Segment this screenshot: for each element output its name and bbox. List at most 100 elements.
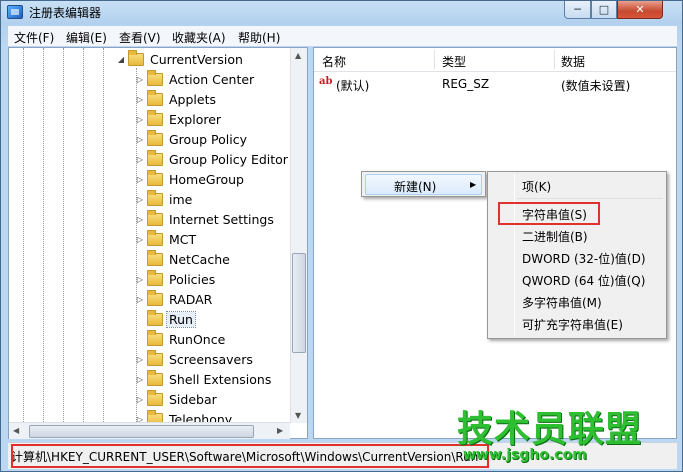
tree-item[interactable]: ▷ MCT: [135, 229, 198, 249]
tree-item-currentversion[interactable]: ◢ CurrentVersion: [116, 49, 245, 69]
value-name: (默认): [336, 79, 370, 93]
tree-horizontal-scroll-thumb[interactable]: [29, 425, 254, 438]
tree-item[interactable]: ▷ Action Center: [135, 69, 256, 89]
scroll-right-arrow-icon[interactable]: ▶: [277, 426, 283, 435]
expand-arrow-icon[interactable]: ▷: [135, 395, 145, 404]
tree-horizontal-scrollbar[interactable]: ◀ ▶: [9, 422, 290, 439]
tree-item-label: Applets: [169, 91, 216, 107]
value-type: REG_SZ: [442, 77, 490, 91]
expand-arrow-icon[interactable]: ▷: [135, 135, 145, 144]
submenu-item[interactable]: 多字符串值(M): [522, 294, 602, 311]
window-title: 注册表编辑器: [29, 6, 102, 20]
tree-vertical-scrollbar[interactable]: ▲ ▼: [290, 48, 307, 423]
title-bar[interactable]: 注册表编辑器 ─ □ ✕: [1, 1, 682, 23]
tree-vertical-scroll-thumb[interactable]: [292, 253, 306, 353]
tree-item[interactable]: Run: [135, 309, 196, 329]
folder-icon: [147, 269, 163, 286]
column-divider[interactable]: [554, 50, 555, 69]
tree-item[interactable]: ▷ Group Policy: [135, 129, 249, 149]
column-divider[interactable]: [434, 50, 435, 69]
folder-icon: [147, 229, 163, 246]
folder-icon: [147, 209, 163, 226]
expand-arrow-icon[interactable]: ▷: [135, 355, 145, 364]
tree-item[interactable]: ▷ Sidebar: [135, 389, 219, 409]
tree-item[interactable]: NetCache: [135, 249, 232, 269]
highlight-box-status-path: [11, 444, 489, 468]
folder-icon: [147, 129, 163, 146]
expand-arrow-icon[interactable]: ▷: [135, 275, 145, 284]
scroll-up-arrow-icon[interactable]: ▲: [295, 51, 301, 60]
folder-icon: [147, 109, 163, 126]
submenu-arrow-icon: ▶: [470, 180, 477, 189]
highlight-box-string-value: [498, 202, 600, 225]
folder-icon: [147, 189, 163, 206]
folder-icon: [147, 89, 163, 106]
column-header-name[interactable]: 名称: [322, 53, 346, 70]
watermark-logo-text: 技术员联盟: [457, 409, 643, 450]
expand-arrow-icon[interactable]: ▷: [135, 215, 145, 224]
tree-item[interactable]: ▷ ime: [135, 189, 194, 209]
tree-item[interactable]: ▷ HomeGroup: [135, 169, 246, 189]
tree-item-label: RunOnce: [169, 331, 226, 347]
expand-arrow-icon[interactable]: ▷: [135, 235, 145, 244]
menu-help[interactable]: 帮助(H): [238, 29, 280, 46]
tree-item-label: Explorer: [169, 111, 222, 127]
tree-item-label: NetCache: [169, 251, 230, 267]
menu-favorites[interactable]: 收藏夹(A): [172, 29, 226, 46]
tree-item[interactable]: RunOnce: [135, 329, 227, 349]
expand-arrow-icon[interactable]: ▷: [135, 195, 145, 204]
new-submenu: 项(K) 字符串值(S) 二进制值(B) DWORD (32-位)值(D) QWORD …: [487, 171, 667, 339]
expand-arrow-icon[interactable]: ▷: [135, 295, 145, 304]
submenu-item[interactable]: 可扩充字符串值(E): [522, 316, 623, 333]
watermark-url: www.jsgho.com: [463, 447, 587, 463]
tree-item[interactable]: ▷ Screensavers: [135, 349, 255, 369]
tree-item-label: Policies: [169, 271, 216, 287]
minimize-button[interactable]: ─: [564, 1, 591, 19]
list-header: 名称 类型 数据: [314, 48, 676, 72]
folder-icon: [147, 329, 163, 346]
expand-arrow-icon[interactable]: ▷: [135, 115, 145, 124]
tree-guide-line: [23, 48, 24, 438]
column-header-data[interactable]: 数据: [561, 53, 585, 70]
tree-item[interactable]: ▷ Group Policy Editor: [135, 149, 290, 169]
tree-item-label: RADAR: [169, 291, 213, 307]
submenu-item[interactable]: DWORD (32-位)值(D): [522, 250, 646, 267]
folder-icon: [147, 149, 163, 166]
scroll-down-arrow-icon[interactable]: ▼: [295, 411, 301, 420]
tree-item-label: Action Center: [169, 71, 255, 87]
folder-icon: [147, 309, 163, 326]
menu-view[interactable]: 查看(V): [119, 29, 161, 46]
tree-item[interactable]: ▷ Shell Extensions: [135, 369, 273, 389]
close-button[interactable]: ✕: [617, 1, 663, 19]
tree-item[interactable]: ▷ Policies: [135, 269, 217, 289]
tree-guide-line: [43, 48, 44, 438]
folder-icon: [147, 169, 163, 186]
submenu-item[interactable]: QWORD (64 位)值(Q): [522, 272, 645, 289]
tree-item-label: MCT: [169, 231, 197, 247]
key-tree-pane[interactable]: ◢ CurrentVersion ▷ Action Center ▷ Applets ▷…: [8, 47, 308, 439]
tree-item[interactable]: ▷ RADAR: [135, 289, 214, 309]
folder-icon: [147, 289, 163, 306]
column-header-type[interactable]: 类型: [442, 53, 466, 70]
expand-arrow-icon[interactable]: ▷: [135, 175, 145, 184]
expand-arrow-icon[interactable]: ▷: [135, 375, 145, 384]
submenu-item[interactable]: 项(K): [522, 178, 551, 195]
menu-edit[interactable]: 编辑(E): [66, 29, 107, 46]
tree-item[interactable]: ▷ Explorer: [135, 109, 223, 129]
expand-arrow-icon[interactable]: ▷: [135, 75, 145, 84]
tree-guide-line: [63, 48, 64, 438]
tree-item-label: Sidebar: [169, 391, 217, 407]
tree-item[interactable]: ▷ Internet Settings: [135, 209, 276, 229]
expand-arrow-icon[interactable]: ▷: [135, 155, 145, 164]
menu-bar: 文件(F) 编辑(E) 查看(V) 收藏夹(A) 帮助(H): [8, 26, 677, 46]
list-item[interactable]: ab (默认) REG_SZ (数值未设置): [314, 74, 676, 94]
scroll-left-arrow-icon[interactable]: ◀: [13, 426, 19, 435]
menu-file[interactable]: 文件(F): [14, 29, 54, 46]
folder-icon: [147, 249, 163, 266]
submenu-item[interactable]: 二进制值(B): [522, 228, 588, 245]
maximize-button[interactable]: □: [591, 1, 617, 19]
collapse-arrow-icon[interactable]: ◢: [116, 55, 126, 64]
tree-guide-line: [83, 48, 84, 438]
tree-item[interactable]: ▷ Applets: [135, 89, 218, 109]
expand-arrow-icon[interactable]: ▷: [135, 95, 145, 104]
